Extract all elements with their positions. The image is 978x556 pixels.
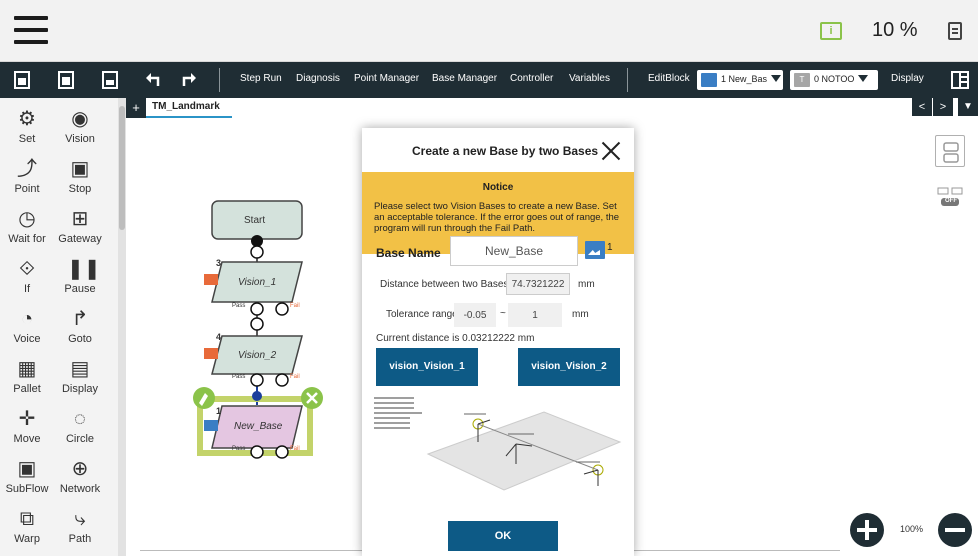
node-number: 3 [216,258,222,268]
close-icon[interactable] [598,138,624,164]
fail-label: Fail [290,446,300,452]
base-name-input[interactable] [450,236,578,266]
distance-unit: mm [578,279,595,290]
vision-node-2-label: Vision_2 [238,350,277,361]
newbase-node-label: New_Base [234,421,283,432]
pass-label: Pass [232,303,246,309]
notice-body: Please select two Vision Bases to create… [374,201,620,234]
node-number: 1 [216,406,222,416]
pass-label: Pass [232,374,246,380]
pass-label: Pass [232,446,246,452]
node-number: 4 [216,332,222,342]
current-distance-text: Current distance is 0.03212222 mm [376,333,535,344]
base-geometry-diagram-icon [374,397,622,491]
vision-2-button[interactable]: vision_Vision_2 [518,348,620,386]
create-base-dialog: Create a new Base by two Bases Notice Pl… [362,128,634,556]
fail-label: Fail [290,374,300,380]
tolerance-max-input[interactable] [508,303,562,327]
ok-button[interactable]: OK [448,521,558,551]
base-icon[interactable] [585,241,605,259]
tolerance-separator: ~ [500,308,506,319]
zoom-out-button[interactable] [938,513,972,547]
notice-title: Notice [482,182,514,193]
distance-label: Distance between two Bases [380,279,509,290]
tolerance-unit: mm [572,309,589,320]
zoom-in-button[interactable] [850,513,884,547]
fail-label: Fail [290,303,300,309]
vision-1-button[interactable]: vision_Vision_1 [376,348,478,386]
base-number: 1 [607,242,613,253]
tolerance-min-input[interactable] [454,303,496,327]
vision-node-1-label: Vision_1 [238,277,277,288]
zoom-level: 100% [900,524,924,534]
distance-field [506,273,570,295]
start-label: Start [244,215,266,226]
base-name-label: Base Name [376,246,441,260]
tolerance-label: Tolerance range [386,309,458,320]
dialog-title: Create a new Base by two Bases [412,144,599,158]
